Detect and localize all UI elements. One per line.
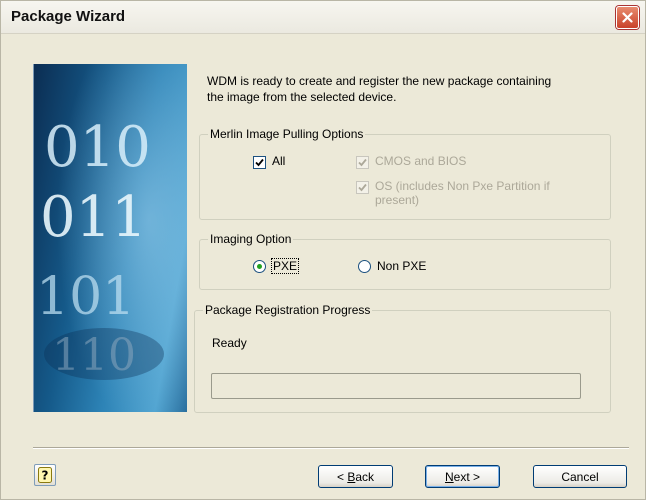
non-pxe-radio-button[interactable] [358,259,371,273]
pxe-radio-button[interactable] [253,259,266,273]
back-button-prefix: < [336,470,348,484]
merlin-options-legend: Merlin Image Pulling Options [208,127,366,142]
wizard-banner-image: 010 011 101 110 [33,64,187,412]
banner-digits-1: 010 [44,115,151,180]
back-button[interactable]: < Back [318,465,393,488]
next-button-accel: N [444,470,454,484]
radio-selected-dot [257,263,262,269]
os-checkbox-box[interactable] [356,181,369,194]
os-checkbox-label-line2: present) [375,193,420,207]
registration-status: Ready [212,336,247,350]
cmos-bios-checkbox-label: CMOS and BIOS [375,154,467,168]
pxe-radio-label: PXE [270,258,300,274]
all-checkbox-label: All [272,154,286,168]
cmos-bios-checkbox[interactable]: CMOS and BIOS [356,154,466,169]
registration-progress-bar [211,373,581,399]
next-button-rest: ext > [453,470,481,484]
all-checkbox-box[interactable] [253,156,266,169]
window-title: Package Wizard [11,8,126,25]
cmos-bios-checkbox-box[interactable] [356,156,369,169]
checkmark-icon [255,158,264,167]
cancel-button[interactable]: Cancel [533,465,627,488]
svg-text:?: ? [42,469,49,483]
os-checkbox-label: OS (includes Non Pxe Partition if presen… [375,179,550,207]
registration-progress-legend: Package Registration Progress [203,303,373,318]
banner-digits-2: 011 [40,185,147,250]
back-button-rest: ack [355,470,375,484]
package-wizard-window: Package Wizard 010 011 101 110 WDM is re… [0,0,646,500]
footer-divider-highlight [33,448,629,449]
title-bar[interactable]: Package Wizard [1,1,645,34]
non-pxe-radio-label: Non PXE [377,259,427,273]
non-pxe-radio[interactable]: Non PXE [358,259,426,273]
help-question-icon: ? [38,467,52,483]
close-icon [622,12,633,23]
help-button[interactable]: ? [34,464,56,486]
os-checkbox[interactable]: OS (includes Non Pxe Partition if presen… [356,179,550,207]
all-checkbox[interactable]: All [253,154,285,169]
imaging-option-legend: Imaging Option [208,232,294,247]
os-checkbox-label-line1: OS (includes Non Pxe Partition if [375,179,550,193]
banner-digits-3: 101 [36,267,135,327]
next-button[interactable]: Next > [425,465,500,488]
pxe-radio[interactable]: PXE [253,258,300,274]
checkmark-icon [358,183,367,192]
close-button[interactable] [616,6,639,29]
merlin-options-group: Merlin Image Pulling Options [199,127,611,220]
intro-text: WDM is ready to create and register the … [207,74,552,104]
checkmark-icon [358,158,367,167]
